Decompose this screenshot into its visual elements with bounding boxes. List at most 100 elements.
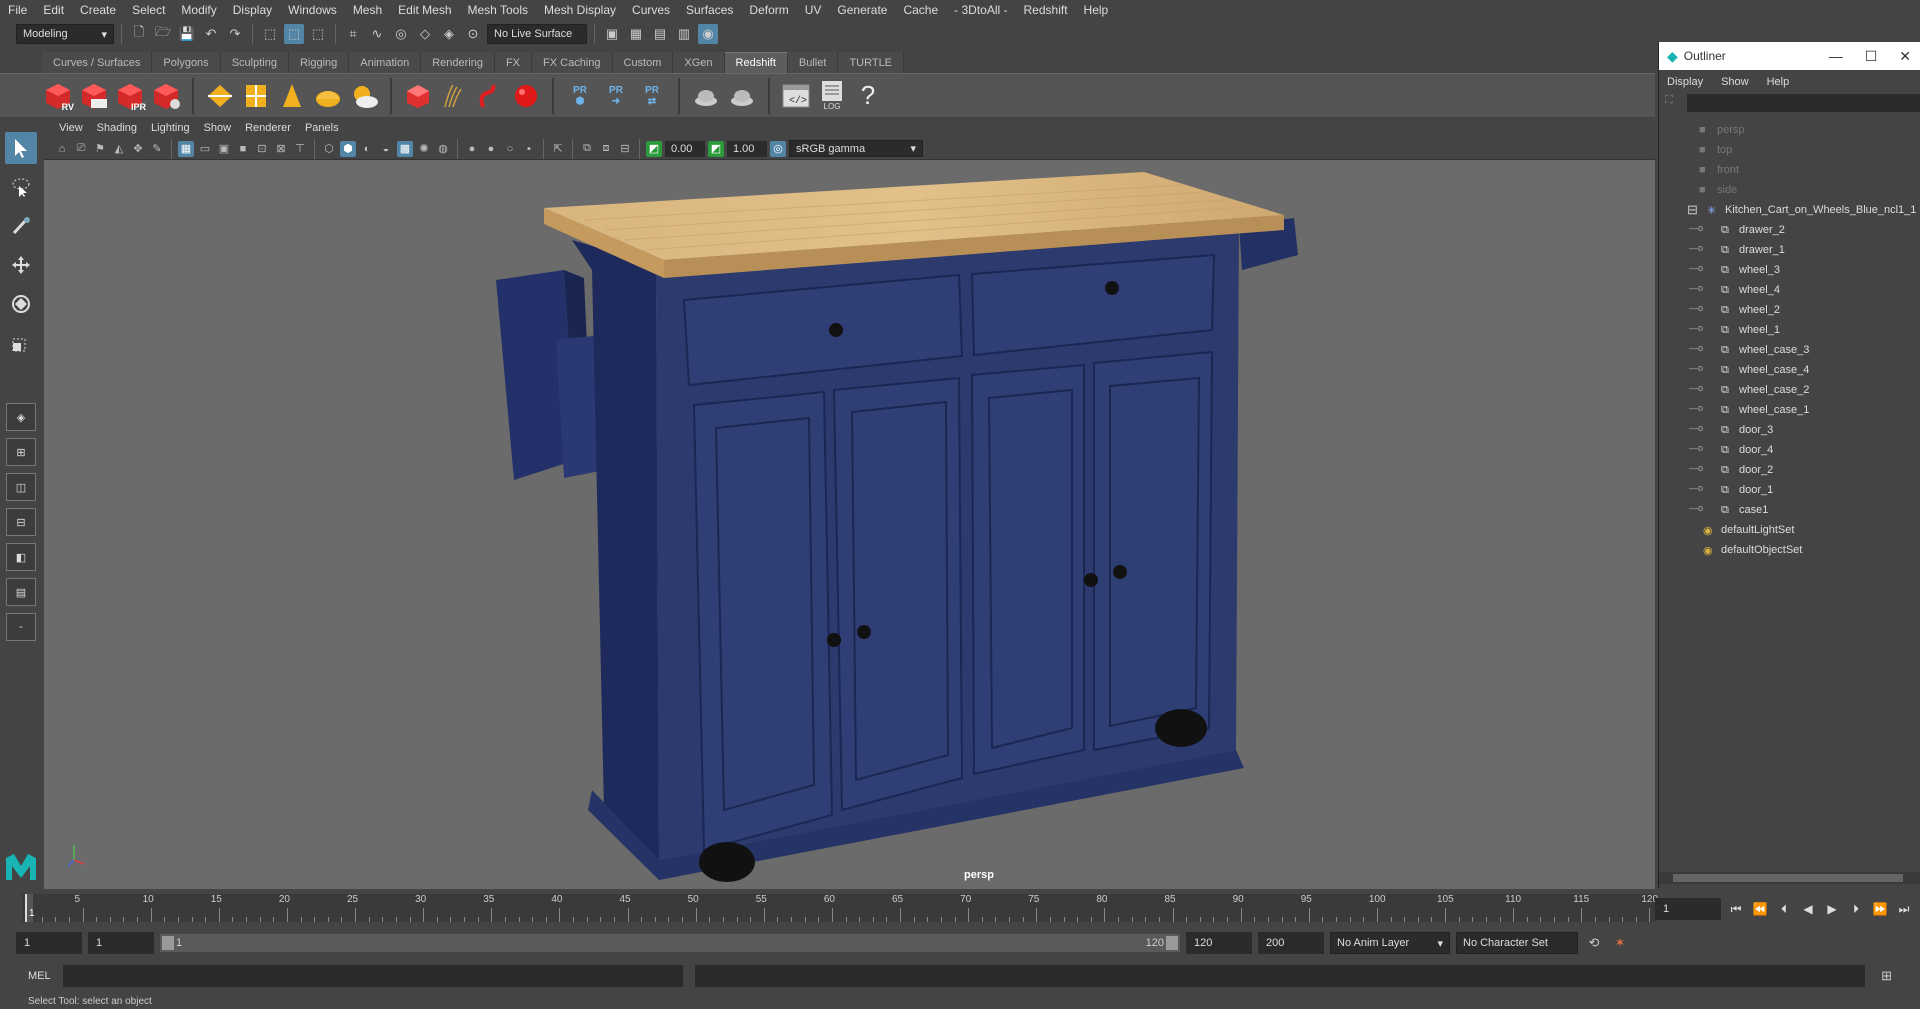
menu-curves[interactable]: Curves (624, 3, 678, 17)
snap-grid-icon[interactable]: ⌗ (343, 24, 363, 44)
menu-mesh-tools[interactable]: Mesh Tools (460, 3, 536, 17)
outliner-menu-display[interactable]: Display (1667, 76, 1703, 88)
outliner-item[interactable]: ⧉ wheel_2 (1721, 300, 1780, 320)
rs-ipr-button[interactable]: IPR (114, 78, 146, 114)
scroll-thumb[interactable] (1673, 874, 1903, 882)
command-input[interactable] (62, 965, 683, 987)
render-view-icon[interactable]: ▣ (602, 24, 622, 44)
layout-single-pane[interactable]: ◈ (6, 403, 36, 431)
outliner-item[interactable]: ⧉ wheel_case_3 (1721, 340, 1809, 360)
outliner-item[interactable]: ■ side (1699, 180, 1737, 200)
menu--3dtoall-[interactable]: - 3DtoAll - (946, 3, 1015, 17)
make-live-icon[interactable]: ⊙ (463, 24, 483, 44)
filter-icon[interactable]: ⛶ (1665, 94, 1683, 112)
grid-icon[interactable]: ▦ (178, 140, 194, 157)
outliner-item[interactable]: ✳ Kitchen_Cart_on_Wheels_Blue_ncl1_1 (1707, 200, 1916, 220)
exposure-icon[interactable]: ◩ (646, 140, 662, 157)
select-object-icon[interactable]: ⬚ (284, 24, 304, 44)
resolution-gate-icon[interactable]: ▣ (216, 141, 232, 157)
outliner-item[interactable]: ⧉ wheel_1 (1721, 320, 1780, 340)
outliner-item[interactable]: ⧉ wheel_3 (1721, 260, 1780, 280)
shelf-tab-redshift[interactable]: Redshift (724, 52, 788, 73)
shelf-tab-rendering[interactable]: Rendering (421, 52, 495, 73)
menu-surfaces[interactable]: Surfaces (678, 3, 741, 17)
safe-title-icon[interactable]: ⊤ (292, 141, 308, 157)
outliner-item[interactable]: ■ persp (1699, 120, 1745, 140)
render-settings-icon[interactable]: ▥ (674, 24, 694, 44)
film-gate-icon[interactable]: ▭ (197, 141, 213, 157)
go-to-start-icon[interactable]: ⏮ (1727, 900, 1745, 918)
viewport-menu-renderer[interactable]: Renderer (238, 122, 298, 134)
shelf-tab-bullet[interactable]: Bullet (787, 52, 839, 73)
rs-sun-sky-button[interactable] (348, 78, 380, 114)
pr-swap-button[interactable]: PR ⇄ (636, 78, 668, 114)
outliner-item[interactable]: ◉ defaultObjectSet (1703, 540, 1802, 560)
menu-set-dropdown[interactable]: Modeling ▾ (16, 24, 114, 44)
outliner-item[interactable]: ⧉ wheel_case_2 (1721, 380, 1809, 400)
outliner-item[interactable]: ⧉ door_4 (1721, 440, 1773, 460)
script-editor-icon[interactable]: ⊞ (1877, 966, 1897, 986)
menu-edit[interactable]: Edit (35, 3, 72, 17)
view-transform-dropdown[interactable]: sRGB gamma ▾ (789, 140, 923, 157)
collapse-icon[interactable]: ⊟ (1687, 202, 1698, 218)
rs-spot-light-button[interactable] (276, 78, 308, 114)
outliner-item[interactable]: ■ top (1699, 140, 1732, 160)
snap-surface-icon[interactable]: ◈ (439, 24, 459, 44)
gamma-icon[interactable]: ◩ (708, 140, 724, 157)
viewport-menu-view[interactable]: View (52, 122, 90, 134)
outliner-item[interactable]: ⧉ wheel_case_1 (1721, 400, 1809, 420)
minimize-icon[interactable]: — (1829, 48, 1843, 65)
scene-end-field[interactable]: 200 (1258, 932, 1324, 954)
select-hierarchy-icon[interactable]: ⬚ (260, 24, 280, 44)
go-to-end-icon[interactable]: ⏭ (1895, 900, 1913, 918)
menu-mesh-display[interactable]: Mesh Display (536, 3, 624, 17)
ipr-render-icon[interactable]: ▤ (650, 24, 670, 44)
step-back-key-icon[interactable]: ⏪ (1751, 900, 1769, 918)
layout-graph-persp[interactable]: ▤ (6, 578, 36, 606)
paint-select-tool[interactable] (5, 210, 37, 242)
use-lights-icon[interactable]: ◐ (359, 141, 375, 157)
shelf-tab-curves-surfaces[interactable]: Curves / Surfaces (42, 52, 153, 73)
shelf-tab-xgen[interactable]: XGen (673, 52, 725, 73)
live-surface-field[interactable]: No Live Surface (487, 24, 587, 44)
ambient-occlusion-icon[interactable]: ◍ (435, 141, 451, 157)
exposure-field[interactable]: 0.00 (665, 140, 705, 157)
close-icon[interactable]: ✕ (1899, 48, 1911, 65)
menu-deform[interactable]: Deform (741, 3, 796, 17)
select-component-icon[interactable]: ⬚ (308, 24, 328, 44)
wireframe-icon[interactable]: ⬡ (321, 141, 337, 157)
outliner-menu-help[interactable]: Help (1767, 76, 1790, 88)
shelf-tab-custom[interactable]: Custom (612, 52, 674, 73)
rs-hair-button[interactable] (438, 78, 470, 114)
save-scene-icon[interactable]: 💾 (177, 24, 197, 44)
viewport-menu-panels[interactable]: Panels (298, 122, 346, 134)
snap-curve-icon[interactable]: ∿ (367, 24, 387, 44)
backface-icon[interactable]: ○ (502, 141, 518, 157)
menu-help[interactable]: Help (1076, 3, 1117, 17)
xray-joints-icon[interactable]: ● (483, 141, 499, 157)
shelf-tab-rigging[interactable]: Rigging (288, 52, 350, 73)
new-scene-icon[interactable]: 🗋 (129, 24, 149, 44)
textured-icon[interactable]: ▩ (397, 140, 413, 157)
time-slider[interactable]: 5 10 15 20 25 30 35 40 45 50 55 60 65 70 75 80 85 90 95 100… (22, 894, 1658, 922)
rs-curve-button[interactable] (474, 78, 506, 114)
layout-top-bottom[interactable]: ⊟ (6, 508, 36, 536)
isolate-icon[interactable]: ▪ (521, 141, 537, 157)
menu-mesh[interactable]: Mesh (345, 3, 390, 17)
layout-side-by-side[interactable]: ◫ (6, 473, 36, 501)
move-tool[interactable] (5, 249, 37, 281)
render-frame-icon[interactable]: ▦ (626, 24, 646, 44)
rotate-tool[interactable] (5, 288, 37, 320)
camera-attributes-icon[interactable]: ⎚ (73, 141, 89, 157)
current-frame-field[interactable]: 1 (1655, 898, 1721, 920)
menu-cache[interactable]: Cache (895, 3, 946, 17)
select-tool[interactable] (5, 132, 37, 164)
xray-icon[interactable]: ● (464, 141, 480, 157)
outliner-item[interactable]: ⧉ door_1 (1721, 480, 1773, 500)
safe-action-icon[interactable]: ⊠ (273, 141, 289, 157)
step-forward-key-icon[interactable]: ⏩ (1871, 900, 1889, 918)
menu-display[interactable]: Display (225, 3, 280, 17)
outliner-item[interactable]: ⧉ door_2 (1721, 460, 1773, 480)
anim-layer-dropdown[interactable]: No Anim Layer ▾ (1330, 932, 1450, 954)
range-handle-left[interactable] (162, 936, 174, 950)
